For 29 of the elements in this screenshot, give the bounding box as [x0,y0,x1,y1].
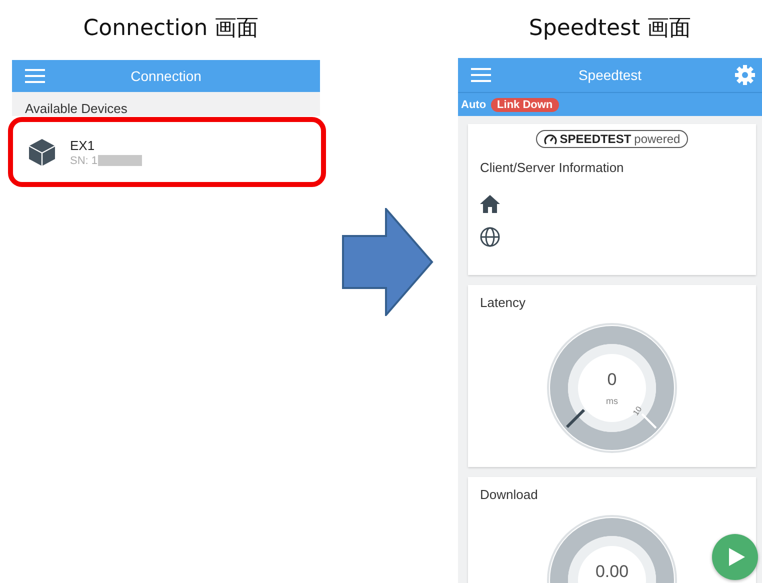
mode-label: Auto [461,98,486,110]
globe-icon [480,227,500,247]
device-name: EX1 [70,138,96,152]
card-title: Latency [480,295,526,310]
device-item[interactable]: EX1 SN: 1 [8,117,326,187]
screen-title: Connection [130,68,202,84]
right-arrow-icon [342,208,434,316]
gauge-value: 0 [607,370,617,389]
device-serial: SN: 1 [70,154,98,166]
home-icon [480,195,500,213]
gauge-tick-label: 10 [631,404,644,418]
cube-icon [27,137,57,167]
card-title: Client/Server Information [480,160,625,175]
link-status-badge: Link Down [491,98,559,112]
gauge-unit: ms [606,396,618,406]
card-title: Download [480,487,538,502]
screen-caption: Speedtest 画面 [528,15,692,43]
redaction-block [98,155,142,166]
gauge-icon [544,134,557,144]
menu-icon[interactable] [471,68,491,82]
play-icon [729,548,745,566]
screen-caption: Connection 画面 [82,15,260,43]
logo-brand: SPEEDTEST [560,132,632,146]
logo-suffix: powered [634,132,680,146]
settings-icon[interactable] [735,65,755,85]
gauge-value: 0.00 [595,562,629,581]
section-title: Available Devices [25,101,128,116]
menu-icon[interactable] [25,69,45,83]
screen-title: Speedtest [578,67,642,83]
